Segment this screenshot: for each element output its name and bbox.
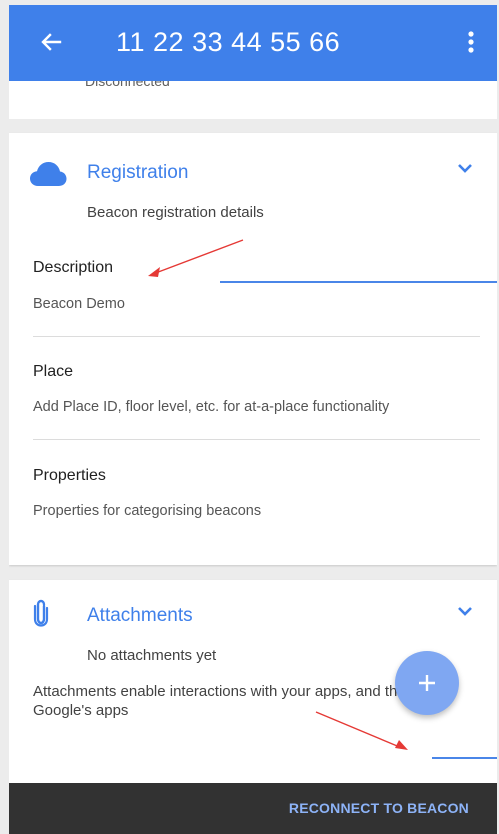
app-bar: 11 22 33 44 55 66 [9, 5, 497, 81]
divider [33, 439, 480, 440]
status-card: Disconnected [9, 81, 497, 119]
chevron-down-icon[interactable] [457, 161, 473, 179]
properties-value: Properties for categorising beacons [33, 503, 262, 519]
description-label[interactable]: Description [33, 259, 113, 277]
attachments-subtitle: No attachments yet [87, 647, 217, 664]
arrow-left-icon[interactable] [35, 25, 67, 59]
plus-icon [395, 651, 459, 715]
paperclip-icon [33, 599, 49, 632]
properties-label[interactable]: Properties [33, 467, 106, 485]
place-label[interactable]: Place [33, 363, 73, 381]
chevron-down-icon[interactable] [457, 604, 473, 622]
place-value: Add Place ID, floor level, etc. for at-a… [33, 399, 390, 415]
divider [33, 336, 480, 337]
page-title: 11 22 33 44 55 66 [116, 27, 341, 57]
registration-title[interactable]: Registration [87, 162, 188, 184]
attachments-title[interactable]: Attachments [87, 605, 193, 627]
connection-status: Disconnected [85, 81, 170, 89]
registration-card: Registration Beacon registration details… [9, 133, 497, 565]
description-value: Beacon Demo [33, 296, 125, 312]
snackbar: RECONNECT TO BEACON [9, 783, 497, 834]
cloud-icon [29, 161, 67, 192]
more-vert-icon[interactable] [461, 25, 481, 59]
reconnect-button[interactable]: RECONNECT TO BEACON [289, 800, 469, 816]
add-attachment-button[interactable] [395, 651, 459, 715]
registration-subtitle: Beacon registration details [87, 204, 264, 221]
